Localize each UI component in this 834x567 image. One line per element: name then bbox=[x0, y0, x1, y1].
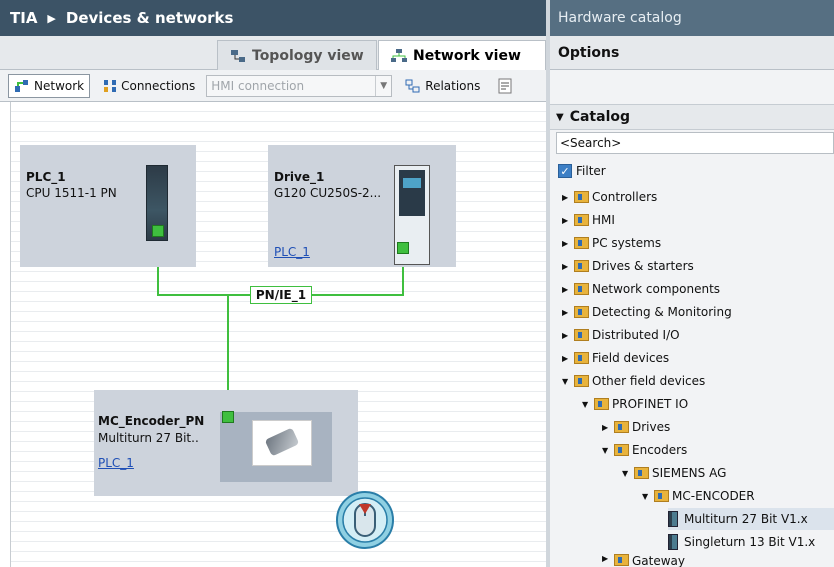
tree-item-multiturn[interactable]: Multiturn 27 Bit V1.x bbox=[668, 508, 834, 530]
chevron-right-icon[interactable]: ▶ bbox=[562, 308, 572, 317]
encoder-photo-icon bbox=[252, 420, 312, 466]
tree-item-siemens-ag[interactable]: ▼ SIEMENS AG bbox=[622, 462, 726, 484]
tree-item-label: Multiturn 27 Bit V1.x bbox=[684, 512, 808, 526]
chevron-right-icon[interactable]: ▶ bbox=[562, 262, 572, 271]
folder-icon bbox=[654, 490, 669, 502]
options-label: Options bbox=[558, 44, 620, 61]
folder-icon bbox=[614, 444, 629, 456]
tree-item-label: Other field devices bbox=[592, 374, 706, 388]
options-bar[interactable]: Options bbox=[550, 36, 834, 70]
network-label-text: PN/IE_1 bbox=[255, 288, 307, 302]
device-encoder-name: MC_Encoder_PN bbox=[98, 414, 205, 428]
tree-item-drives-starters[interactable]: ▶ Drives & starters bbox=[562, 255, 694, 277]
tree-item-encoders[interactable]: ▼ Encoders bbox=[602, 439, 687, 461]
tree-item-label: PC systems bbox=[592, 236, 662, 250]
filter-label: Filter bbox=[576, 164, 606, 178]
chevron-right-icon[interactable]: ▶ bbox=[562, 193, 572, 202]
catalog-search-placeholder: <Search> bbox=[560, 136, 622, 150]
tree-item-distributed-io[interactable]: ▶ Distributed I/O bbox=[562, 324, 680, 346]
tree-item-label: Gateway bbox=[632, 554, 686, 567]
tree-item-label: SIEMENS AG bbox=[652, 466, 727, 480]
folder-icon bbox=[614, 421, 629, 433]
tree-item-mc-encoder[interactable]: ▼ MC-ENCODER bbox=[642, 485, 755, 507]
drive-port-icon[interactable] bbox=[397, 242, 409, 254]
hardware-catalog-title: Hardware catalog bbox=[548, 0, 834, 36]
device-drive-type: G120 CU250S-2... bbox=[274, 186, 382, 200]
folder-icon bbox=[574, 214, 589, 226]
chevron-right-icon[interactable]: ▶ bbox=[562, 354, 572, 363]
encoder-image-frame bbox=[220, 412, 332, 482]
catalog-search-input[interactable]: <Search> bbox=[556, 132, 834, 154]
module-icon bbox=[668, 534, 678, 550]
chevron-down-icon[interactable]: ▼ bbox=[602, 446, 612, 455]
tree-item-hmi[interactable]: ▶ HMI bbox=[562, 209, 615, 231]
tree-item-controllers[interactable]: ▶ Controllers bbox=[562, 186, 657, 208]
folder-icon bbox=[634, 467, 649, 479]
tree-item-network-components[interactable]: ▶ Network components bbox=[562, 278, 720, 300]
folder-icon bbox=[594, 398, 609, 410]
tree-item-label: MC-ENCODER bbox=[672, 489, 755, 503]
folder-icon bbox=[574, 352, 589, 364]
catalog-filter[interactable]: ✓ Filter bbox=[558, 164, 606, 178]
encoder-port-icon[interactable] bbox=[222, 411, 234, 423]
tree-item-detecting-monitoring[interactable]: ▶ Detecting & Monitoring bbox=[562, 301, 732, 323]
tree-item-label: Drives bbox=[632, 420, 671, 434]
tree-item-gateway[interactable]: ▶ Gateway bbox=[602, 554, 685, 567]
device-encoder-link[interactable]: PLC_1 bbox=[98, 456, 134, 470]
device-plc-name: PLC_1 bbox=[26, 170, 66, 184]
folder-icon bbox=[574, 306, 589, 318]
tree-item-label: Encoders bbox=[632, 443, 688, 457]
chevron-right-icon[interactable]: ▶ bbox=[562, 285, 572, 294]
tree-item-drives[interactable]: ▶ Drives bbox=[602, 416, 670, 438]
device-plc-type: CPU 1511-1 PN bbox=[26, 186, 117, 200]
chevron-down-icon[interactable]: ▼ bbox=[582, 400, 592, 409]
device-encoder[interactable]: MC_Encoder_PN Multiturn 27 Bit.. PLC_1 bbox=[94, 390, 358, 496]
device-encoder-type: Multiturn 27 Bit.. bbox=[98, 431, 199, 445]
hardware-catalog-label: Hardware catalog bbox=[558, 10, 682, 26]
folder-icon bbox=[574, 375, 589, 387]
tree-item-label: Detecting & Monitoring bbox=[592, 305, 732, 319]
device-drive[interactable]: Drive_1 G120 CU250S-2... PLC_1 bbox=[268, 145, 456, 267]
chevron-right-icon[interactable]: ▶ bbox=[602, 554, 612, 563]
tree-item-label: PROFINET IO bbox=[612, 397, 689, 411]
device-drive-link[interactable]: PLC_1 bbox=[274, 245, 310, 259]
tree-item-label: Drives & starters bbox=[592, 259, 694, 273]
tree-item-profinet-io[interactable]: ▼ PROFINET IO bbox=[582, 393, 688, 415]
tree-item-singleturn[interactable]: Singleturn 13 Bit V1.x bbox=[668, 531, 815, 553]
filter-checkbox[interactable]: ✓ bbox=[558, 164, 572, 178]
folder-icon bbox=[574, 283, 589, 295]
mouse-drag-icon bbox=[336, 491, 394, 549]
catalog-collapse-icon[interactable]: ▼ bbox=[556, 112, 564, 123]
tree-item-label: Distributed I/O bbox=[592, 328, 680, 342]
chevron-right-icon[interactable]: ▶ bbox=[562, 239, 572, 248]
tree-item-label: HMI bbox=[592, 213, 615, 227]
chevron-down-icon[interactable]: ▼ bbox=[622, 469, 632, 478]
device-plc[interactable]: PLC_1 CPU 1511-1 PN bbox=[20, 145, 196, 267]
folder-icon bbox=[614, 554, 629, 566]
plc-port-icon[interactable] bbox=[152, 225, 164, 237]
folder-icon bbox=[574, 260, 589, 272]
chevron-down-icon[interactable]: ▼ bbox=[562, 377, 572, 386]
tree-item-pc-systems[interactable]: ▶ PC systems bbox=[562, 232, 661, 254]
folder-icon bbox=[574, 191, 589, 203]
folder-icon bbox=[574, 237, 589, 249]
catalog-header-label: Catalog bbox=[569, 109, 631, 125]
tree-item-label: Singleturn 13 Bit V1.x bbox=[684, 535, 816, 549]
chevron-right-icon[interactable]: ▶ bbox=[562, 331, 572, 340]
tree-item-field-devices[interactable]: ▶ Field devices bbox=[562, 347, 669, 369]
module-icon bbox=[668, 511, 678, 527]
network-label-pn-ie[interactable]: PN/IE_1 bbox=[250, 286, 312, 304]
catalog-header[interactable]: ▼ Catalog bbox=[550, 104, 834, 130]
chevron-right-icon[interactable]: ▶ bbox=[602, 423, 612, 432]
chevron-right-icon[interactable]: ▶ bbox=[562, 216, 572, 225]
tree-item-label: Field devices bbox=[592, 351, 670, 365]
folder-icon bbox=[574, 329, 589, 341]
tree-item-label: Network components bbox=[592, 282, 721, 296]
tree-item-label: Controllers bbox=[592, 190, 658, 204]
device-drive-name: Drive_1 bbox=[274, 170, 325, 184]
tree-item-other-field-devices[interactable]: ▼ Other field devices bbox=[562, 370, 705, 392]
chevron-down-icon[interactable]: ▼ bbox=[642, 492, 652, 501]
